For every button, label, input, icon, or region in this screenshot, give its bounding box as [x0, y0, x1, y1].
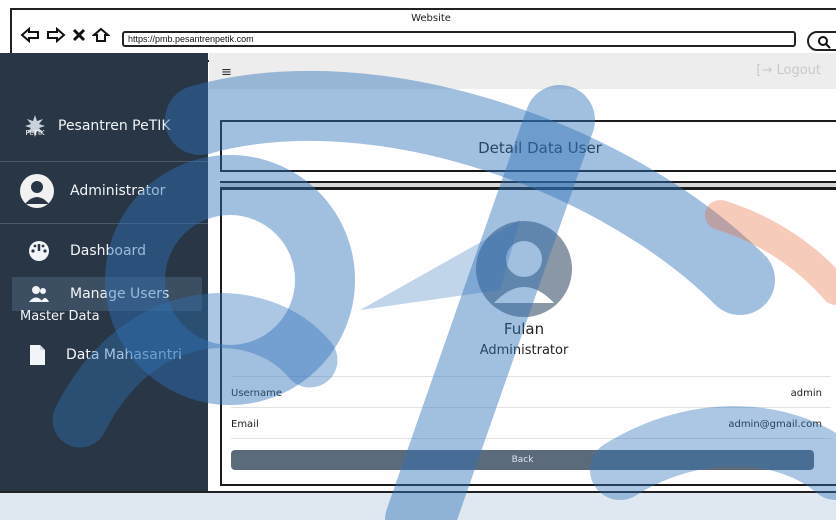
email-value: admin@gmail.com	[728, 419, 822, 430]
profile-role: Administrator	[479, 343, 569, 358]
sidebar-divider	[0, 223, 208, 224]
sidebar-item-label: Dashboard	[70, 243, 146, 259]
sidebar-user-name: Administrator	[70, 183, 166, 199]
sidebar-item-label: Manage Users	[70, 286, 170, 302]
sidebar-item-dashboard[interactable]: Dashboard	[12, 234, 202, 268]
sidebar-item-manage-users[interactable]: Manage Users	[12, 277, 202, 311]
browser-bottom-band	[0, 491, 836, 520]
svg-text:PeTIK: PeTIK	[25, 129, 45, 137]
document-icon	[30, 345, 45, 365]
profile-name: Fulan	[503, 320, 545, 338]
avatar	[20, 174, 54, 208]
browser-nav	[20, 27, 110, 43]
username-value: admin	[790, 388, 822, 399]
sidebar-user[interactable]: Administrator	[20, 174, 165, 208]
browser-search[interactable]	[807, 31, 836, 51]
sidebar: PeTIK Pesantren PeTIK Administrator Dash…	[0, 53, 208, 513]
home-icon[interactable]	[92, 27, 110, 43]
row-divider	[231, 376, 831, 377]
address-bar[interactable]: https://pmb.pesantrenpetik.com	[122, 31, 796, 47]
page-title: Detail Data User	[478, 139, 602, 157]
window-title: Website	[411, 13, 451, 24]
brand[interactable]: PeTIK Pesantren PeTIK	[22, 113, 171, 139]
user-avatar-icon	[25, 181, 49, 204]
email-label: Email	[231, 419, 259, 430]
back-button[interactable]: Back	[231, 450, 814, 470]
user-avatar-icon	[494, 241, 554, 303]
row-divider	[231, 407, 831, 408]
row-divider	[231, 438, 831, 439]
logout-button[interactable]: [→ Logout	[756, 63, 821, 78]
content-topbar: ≡ [→ Logout	[209, 53, 836, 89]
back-arrow-icon[interactable]	[20, 27, 40, 43]
users-icon	[29, 286, 49, 302]
username-label: Username	[231, 388, 282, 399]
hamburger-menu-button[interactable]: ≡	[221, 65, 232, 80]
profile-avatar	[476, 221, 572, 317]
title-card: Detail Data User	[220, 120, 836, 172]
brand-name: Pesantren PeTIK	[58, 118, 171, 134]
sidebar-divider	[0, 161, 208, 162]
sidebar-item-label: Data Mahasantri	[66, 347, 182, 363]
sidebar-section-title: Master Data	[20, 309, 100, 324]
close-icon[interactable]	[72, 28, 86, 42]
dashboard-icon	[29, 241, 49, 261]
sidebar-item-data-mahasantri[interactable]: Data Mahasantri	[12, 338, 202, 372]
forward-arrow-icon[interactable]	[46, 27, 66, 43]
search-icon	[818, 36, 831, 49]
petik-logo-icon: PeTIK	[25, 115, 45, 137]
